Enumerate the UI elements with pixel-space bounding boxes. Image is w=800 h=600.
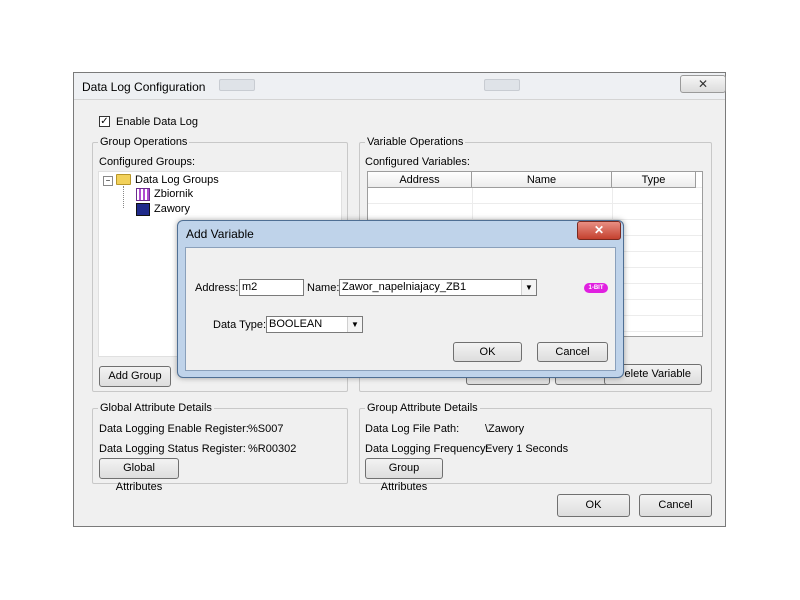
column-header-address[interactable]: Address [368, 172, 472, 188]
tree-root-label[interactable]: Data Log Groups [135, 174, 219, 186]
folder-icon [116, 174, 131, 185]
group-attributes-button[interactable]: Group Attributes [365, 458, 443, 493]
address-input[interactable]: m2 [239, 279, 304, 296]
add-variable-ok-button[interactable]: OK [453, 342, 522, 362]
add-variable-close-button[interactable]: ✕ [577, 221, 621, 240]
name-label: Name: [307, 282, 340, 294]
collapse-icon[interactable]: − [103, 176, 113, 186]
add-variable-dialog: Add Variable ✕ Address: m2 Name: Zawor_n… [177, 220, 624, 378]
enable-register-label: Data Logging Enable Register: [99, 423, 249, 435]
tree-line [123, 186, 125, 208]
configured-variables-label: Configured Variables: [365, 156, 470, 168]
frequency-label: Data Logging Frequency: [365, 443, 489, 455]
file-path-value: \Zawory [485, 423, 525, 435]
title-bar: Data Log Configuration ✕ [74, 73, 726, 100]
status-register-label: Data Logging Status Register: [99, 443, 246, 455]
dialog-title: Data Log Configuration [82, 80, 206, 94]
background-tab [219, 79, 255, 91]
add-variable-title: Add Variable [186, 227, 254, 241]
column-header-name[interactable]: Name [472, 172, 612, 188]
group-icon [136, 188, 150, 201]
data-type-label: Data Type: [213, 319, 266, 331]
close-icon: ✕ [593, 223, 605, 237]
chevron-down-icon[interactable]: ▼ [347, 317, 362, 332]
enable-register-value: %S007 [248, 423, 284, 435]
cancel-button[interactable]: Cancel [639, 494, 712, 517]
frequency-value: Every 1 Seconds [485, 443, 569, 455]
bit-type-badge: 1-BIT [584, 283, 608, 293]
tree-item-zawory[interactable]: Zawory [154, 203, 190, 215]
add-variable-body: Address: m2 Name: Zawor_napelniajacy_ZB1… [185, 247, 616, 371]
name-combobox[interactable]: Zawor_napelniajacy_ZB1 ▼ [339, 279, 537, 296]
variable-operations-legend: Variable Operations [365, 136, 466, 148]
background-tab [484, 79, 520, 91]
global-attribute-legend: Global Attribute Details [98, 402, 214, 414]
group-icon [136, 203, 150, 216]
group-attribute-legend: Group Attribute Details [365, 402, 480, 414]
enable-data-log-checkbox[interactable]: ✓ [99, 116, 110, 127]
add-group-button[interactable]: Add Group [99, 366, 171, 387]
status-register-value: %R00302 [248, 443, 297, 455]
address-label: Address: [195, 282, 239, 294]
close-button[interactable]: ✕ [680, 75, 726, 93]
file-path-label: Data Log File Path: [365, 423, 460, 435]
data-type-select[interactable]: BOOLEAN ▼ [266, 316, 363, 333]
chevron-down-icon[interactable]: ▼ [521, 280, 536, 295]
close-icon: ✕ [697, 77, 709, 91]
tree-item-zbiornik[interactable]: Zbiornik [154, 188, 193, 200]
configured-groups-label: Configured Groups: [99, 156, 195, 168]
add-variable-cancel-button[interactable]: Cancel [537, 342, 608, 362]
ok-button[interactable]: OK [557, 494, 630, 517]
column-header-type[interactable]: Type [612, 172, 696, 188]
check-icon: ✓ [100, 116, 109, 127]
enable-data-log-label: Enable Data Log [116, 116, 198, 128]
group-operations-legend: Group Operations [98, 136, 190, 148]
global-attributes-button[interactable]: Global Attributes [99, 458, 179, 493]
